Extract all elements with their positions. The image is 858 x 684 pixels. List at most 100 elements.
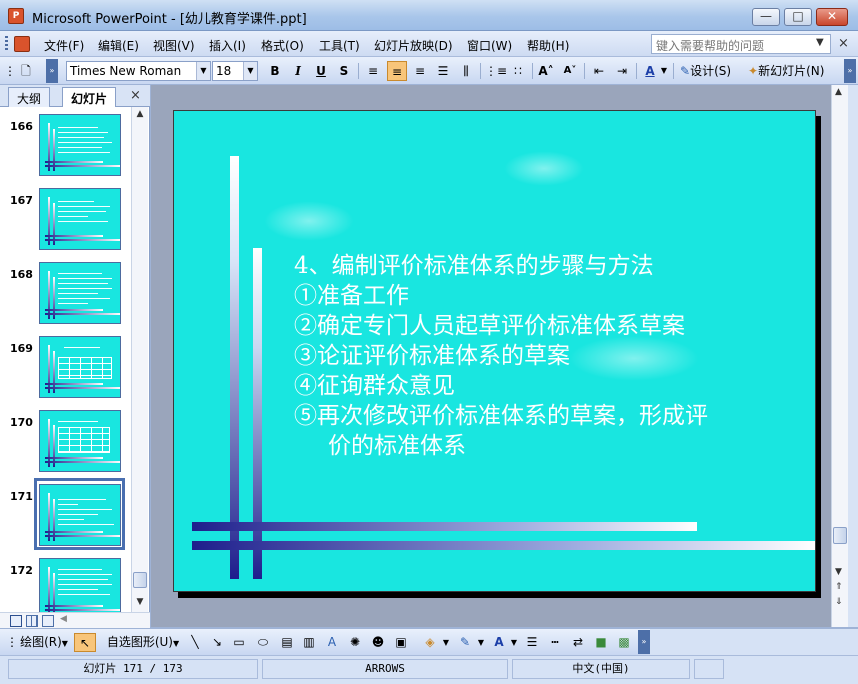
font-name-select[interactable]: Times New Roman ▼ (66, 61, 211, 81)
wordart-icon[interactable]: A (323, 633, 341, 652)
chevron-down-icon[interactable]: ▼ (659, 61, 669, 81)
document-icon[interactable] (14, 36, 30, 52)
minimize-button[interactable]: — (752, 8, 780, 26)
fill-color-icon[interactable]: ◈ (420, 633, 440, 652)
scroll-left-icon[interactable]: ◀ (60, 614, 67, 624)
thumbnail-172[interactable]: 172 (0, 551, 131, 612)
normal-view-icon[interactable] (10, 615, 22, 627)
thumbnail-scrollbar[interactable]: ▲ ▼ (131, 107, 148, 612)
next-slide-icon[interactable]: ⇓ (835, 597, 843, 607)
scroll-down-icon[interactable]: ▼ (134, 597, 146, 607)
select-pointer-icon[interactable]: ↖ (74, 633, 96, 652)
vertical-textbox-icon[interactable]: ▥ (300, 633, 318, 652)
toolbar-grip-icon[interactable]: ⋮ (6, 633, 18, 652)
chevron-down-icon[interactable]: ▼ (243, 62, 257, 80)
slide-thumbnail[interactable] (39, 558, 121, 612)
dash-style-icon[interactable]: ┅ (546, 633, 564, 652)
maximize-button[interactable]: □ (784, 8, 812, 26)
bold-button[interactable]: B (266, 61, 284, 81)
font-size-select[interactable]: 18 ▼ (212, 61, 258, 81)
underline-button[interactable]: U (312, 61, 330, 81)
shadow-style-icon[interactable]: ■ (592, 633, 610, 652)
scrollbar-thumb[interactable] (833, 527, 847, 544)
menu-file[interactable]: 文件(F) (44, 37, 84, 54)
align-distribute-icon[interactable]: ☰ (433, 61, 453, 81)
slide-thumbnail[interactable] (39, 114, 121, 176)
draw-menu-button[interactable]: 绘图(R)▼ (18, 633, 70, 652)
current-slide[interactable]: 4、编制评价标准体系的步骤与方法 ①准备工作 ②确定专门人员起草评价标准体系草案… (173, 110, 816, 592)
numbered-list-icon[interactable]: ⋮≡ (485, 61, 507, 81)
slide-scrollbar[interactable]: ▲ ▼ ⇑ ⇓ (831, 85, 848, 627)
menu-view[interactable]: 视图(V) (153, 37, 195, 54)
document-close-button[interactable]: × (838, 36, 849, 51)
close-icon[interactable]: × (130, 88, 141, 103)
align-left-icon[interactable]: ≡ (363, 61, 383, 81)
decrease-font-icon[interactable]: A˅ (560, 61, 580, 81)
3d-style-icon[interactable]: ▩ (615, 633, 633, 652)
powerpoint-icon[interactable]: P (8, 8, 24, 24)
slide-thumbnail[interactable] (39, 336, 121, 398)
autoshapes-button[interactable]: 自选图形(U)▼ (104, 633, 182, 652)
menu-edit[interactable]: 编辑(E) (98, 37, 139, 54)
bulleted-list-icon[interactable]: ∷ (508, 61, 528, 81)
scroll-up-icon[interactable]: ▲ (134, 109, 146, 119)
previous-slide-icon[interactable]: ⇑ (835, 582, 843, 592)
new-document-icon[interactable]: 🗋 (16, 61, 36, 81)
decrease-indent-icon[interactable]: ⇤ (589, 61, 609, 81)
line-icon[interactable]: ╲ (186, 633, 204, 652)
chevron-down-icon[interactable]: ▼ (196, 62, 210, 80)
menu-slideshow[interactable]: 幻灯片放映(D) (374, 37, 453, 54)
arrow-style-icon[interactable]: ⇄ (569, 633, 587, 652)
scroll-up-icon[interactable]: ▲ (835, 87, 842, 97)
close-button[interactable]: ✕ (816, 8, 848, 26)
thumbnail-168[interactable]: 168 (0, 255, 131, 329)
italic-button[interactable]: I (289, 61, 307, 81)
slide-thumbnail[interactable] (39, 484, 121, 546)
tab-slides[interactable]: 幻灯片 (62, 87, 117, 107)
new-slide-button[interactable]: ✦新幻灯片(N) (748, 61, 836, 81)
slide-thumbnail[interactable] (39, 262, 121, 324)
toolbar-options-icon[interactable]: » (844, 59, 856, 83)
menu-help[interactable]: 帮助(H) (527, 37, 569, 54)
increase-font-icon[interactable]: A˄ (536, 61, 556, 81)
slide-sorter-view-icon[interactable] (26, 615, 38, 627)
align-center-icon[interactable]: ≡ (387, 61, 407, 81)
oval-icon[interactable]: ⬭ (253, 633, 273, 652)
menu-tools[interactable]: 工具(T) (319, 37, 360, 54)
toolbar-options-icon[interactable]: » (638, 630, 650, 654)
font-color-icon[interactable]: A (490, 633, 508, 652)
thumbnail-166[interactable]: 166 (0, 107, 131, 181)
scrollbar-thumb[interactable] (133, 572, 147, 588)
slide-thumbnail[interactable] (39, 410, 121, 472)
increase-indent-icon[interactable]: ⇥ (612, 61, 632, 81)
slideshow-view-icon[interactable] (42, 615, 54, 627)
thumbnail-170[interactable]: 170 (0, 403, 131, 477)
thumbnail-169[interactable]: 169 (0, 329, 131, 403)
chevron-down-icon[interactable]: ▼ (476, 633, 486, 652)
slide-body-text[interactable]: 4、编制评价标准体系的步骤与方法 ①准备工作 ②确定专门人员起草评价标准体系草案… (294, 251, 774, 461)
help-search-input[interactable]: 键入需要帮助的问题 (651, 34, 831, 54)
rectangle-icon[interactable]: ▭ (230, 633, 248, 652)
slide-thumbnail[interactable] (39, 188, 121, 250)
thumbnail-171[interactable]: 171 (0, 477, 131, 551)
tab-outline[interactable]: 大纲 (8, 87, 51, 107)
picture-icon[interactable]: ▣ (392, 633, 410, 652)
font-color-button[interactable]: A (641, 61, 659, 81)
menu-insert[interactable]: 插入(I) (209, 37, 246, 54)
align-right-icon[interactable]: ≡ (410, 61, 430, 81)
shadow-button[interactable]: S (335, 61, 353, 81)
arrow-icon[interactable]: ↘ (208, 633, 226, 652)
scroll-down-icon[interactable]: ▼ (835, 567, 842, 577)
text-direction-icon[interactable]: ⫼ (456, 61, 476, 81)
toolbar-grip-icon[interactable]: ⋮ (4, 61, 16, 81)
toolbar-options-icon[interactable]: » (46, 59, 58, 83)
thumbnail-167[interactable]: 167 (0, 181, 131, 255)
diagram-icon[interactable]: ✺ (346, 633, 364, 652)
help-dropdown-icon[interactable]: ▼ (816, 37, 824, 48)
chevron-down-icon[interactable]: ▼ (441, 633, 451, 652)
chevron-down-icon[interactable]: ▼ (509, 633, 519, 652)
menu-window[interactable]: 窗口(W) (467, 37, 512, 54)
line-style-icon[interactable]: ☰ (523, 633, 541, 652)
toolbar-grip-icon[interactable] (5, 36, 8, 52)
clipart-icon[interactable]: ☻ (369, 633, 387, 652)
